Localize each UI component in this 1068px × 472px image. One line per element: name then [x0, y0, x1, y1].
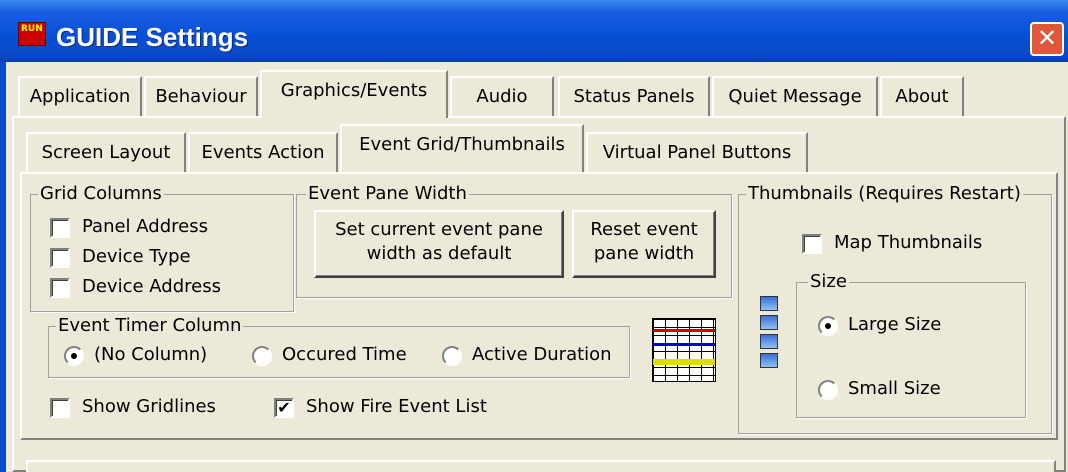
- small-size-radio[interactable]: [818, 380, 838, 400]
- tab-label: Quiet Message: [728, 86, 862, 107]
- tab-label: Graphics/Events: [280, 80, 428, 101]
- panel-address-checkbox[interactable]: [50, 218, 70, 238]
- set-default-width-button[interactable]: Set current event pane width as default: [314, 210, 564, 278]
- show-fire-event-list-label: Show Fire Event List: [306, 396, 487, 417]
- show-gridlines-checkbox[interactable]: [50, 398, 70, 418]
- tab-label: Event Grid/Thumbnails: [359, 134, 565, 155]
- tab-label: Audio: [476, 86, 528, 107]
- small-size-label: Small Size: [848, 378, 941, 399]
- tab-label: Events Action: [201, 142, 325, 163]
- tab-screen-layout[interactable]: Screen Layout: [26, 132, 186, 172]
- map-thumbnails-label: Map Thumbnails: [834, 232, 983, 253]
- occured-time-radio[interactable]: [252, 346, 272, 366]
- size-legend: Size: [808, 271, 849, 292]
- device-address-label: Device Address: [82, 276, 221, 297]
- show-gridlines-label: Show Gridlines: [82, 396, 216, 417]
- tab-about[interactable]: About: [880, 76, 964, 116]
- event-grid-icon: [652, 318, 716, 382]
- button-text-line: Reset event: [590, 219, 698, 240]
- close-button[interactable]: ✕: [1030, 22, 1064, 56]
- no-column-radio[interactable]: [64, 346, 84, 366]
- thumbnails-preview-icon: [760, 296, 778, 372]
- event-pane-width-legend: Event Pane Width: [306, 183, 469, 204]
- tab-graphics-events[interactable]: Graphics/Events: [260, 70, 448, 118]
- button-text-line: width as default: [366, 243, 512, 264]
- large-size-radio[interactable]: [818, 316, 838, 336]
- active-duration-label: Active Duration: [472, 344, 612, 365]
- tab-label: Status Panels: [573, 86, 695, 107]
- tab-events-action[interactable]: Events Action: [188, 132, 338, 172]
- tab-status-panels[interactable]: Status Panels: [558, 76, 710, 116]
- no-column-label: (No Column): [94, 344, 208, 365]
- tab-label: Application: [29, 86, 131, 107]
- tab-event-grid-thumbnails[interactable]: Event Grid/Thumbnails: [340, 124, 584, 172]
- large-size-label: Large Size: [848, 314, 942, 335]
- grid-columns-legend: Grid Columns: [38, 183, 164, 204]
- button-text-line: Set current event pane: [335, 219, 543, 240]
- run-app-icon: RUN: [18, 22, 46, 46]
- radio-dot: [825, 323, 831, 329]
- occured-time-label: Occured Time: [282, 344, 407, 365]
- button-text-line: pane width: [593, 243, 695, 264]
- map-thumbnails-checkbox[interactable]: [802, 234, 822, 254]
- tab-label: Behaviour: [155, 86, 247, 107]
- active-duration-radio[interactable]: [442, 346, 462, 366]
- reset-width-button[interactable]: Reset event pane width: [572, 210, 716, 278]
- tab-quiet-message[interactable]: Quiet Message: [712, 76, 878, 116]
- thumbnails-legend: Thumbnails (Requires Restart): [746, 183, 1023, 204]
- tab-virtual-panel-buttons[interactable]: Virtual Panel Buttons: [586, 132, 808, 172]
- window-border: [0, 62, 6, 472]
- tab-label: Screen Layout: [41, 142, 171, 163]
- tab-behaviour[interactable]: Behaviour: [144, 76, 258, 116]
- device-type-label: Device Type: [82, 246, 191, 267]
- tab-label: Virtual Panel Buttons: [602, 142, 792, 163]
- tab-audio[interactable]: Audio: [450, 76, 554, 116]
- event-timer-column-legend: Event Timer Column: [56, 315, 244, 336]
- radio-dot: [71, 353, 77, 359]
- bottom-panel: [26, 460, 1056, 472]
- device-address-checkbox[interactable]: [50, 278, 70, 298]
- tab-label: About: [895, 86, 949, 107]
- tab-application[interactable]: Application: [18, 76, 142, 116]
- show-fire-event-list-checkbox[interactable]: ✔: [274, 398, 294, 418]
- window-title: GUIDE Settings: [56, 22, 249, 52]
- panel-address-label: Panel Address: [82, 216, 208, 237]
- device-type-checkbox[interactable]: [50, 248, 70, 268]
